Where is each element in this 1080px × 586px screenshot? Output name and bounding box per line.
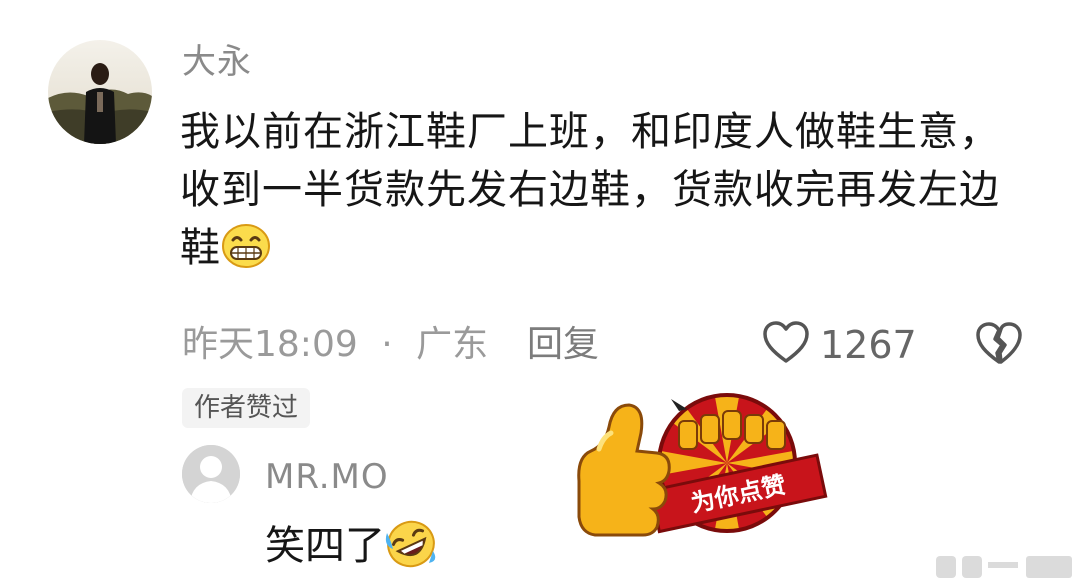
author-liked-badge: 作者赞过 (182, 388, 311, 428)
commenter-avatar[interactable] (48, 40, 152, 144)
reply-text: 笑四了 (265, 523, 385, 569)
comment-location: 广东 (416, 324, 489, 365)
reply-button[interactable]: 回复 (527, 320, 599, 370)
grinning-face-icon (221, 223, 271, 285)
commenter-username[interactable]: 大永 (182, 40, 252, 84)
rolling-on-floor-laughing-icon (385, 519, 437, 584)
reply-username[interactable]: MR.MO (265, 455, 389, 499)
reply-body: 笑四了 (265, 518, 437, 584)
meta-separator: · (381, 324, 393, 365)
watermark (936, 552, 1076, 582)
broken-heart-icon[interactable] (975, 322, 1023, 370)
comment-meta: 昨天18:09 · 广东 (182, 320, 488, 370)
like-button[interactable]: 1267 (762, 318, 917, 372)
heart-icon (762, 321, 810, 369)
reply-avatar[interactable] (182, 445, 240, 503)
thumbs-up-sticker: 为你点赞 (575, 393, 837, 555)
comment-time: 昨天18:09 (182, 324, 358, 365)
comment-text: 我以前在浙江鞋厂上班，和印度人做鞋生意，收到一半货款先发右边鞋，货款收完再发左边… (180, 109, 1000, 271)
comment-body: 我以前在浙江鞋厂上班，和印度人做鞋生意，收到一半货款先发右边鞋，货款收完再发左边… (180, 103, 1000, 285)
like-count: 1267 (820, 323, 917, 367)
